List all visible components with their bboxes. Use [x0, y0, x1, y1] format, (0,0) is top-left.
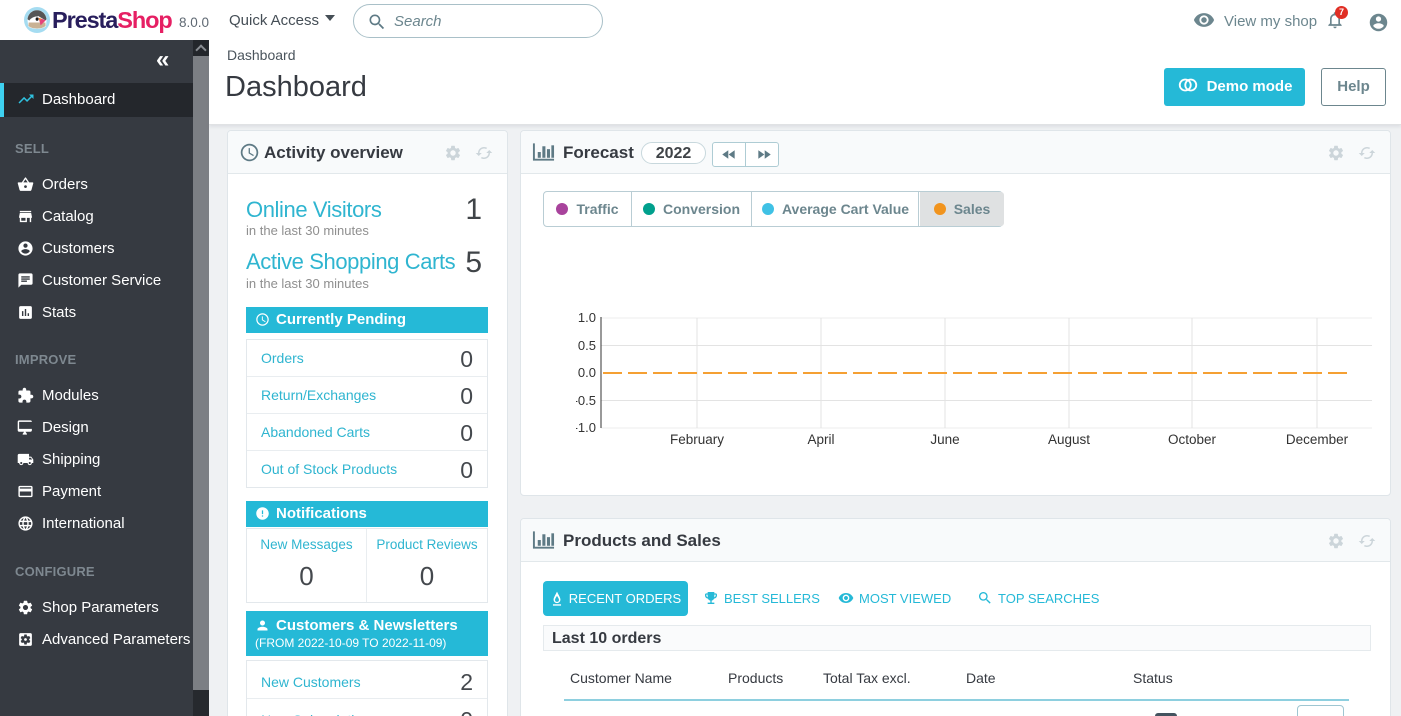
svg-text:April: April — [807, 432, 834, 447]
svg-text:December: December — [1286, 432, 1349, 447]
svg-text:0.0: 0.0 — [578, 365, 596, 380]
svg-text:1.0: 1.0 — [578, 310, 596, 325]
svg-text:June: June — [930, 432, 959, 447]
svg-text:October: October — [1168, 432, 1217, 447]
svg-text:August: August — [1048, 432, 1090, 447]
svg-text:-0.5: -0.5 — [576, 393, 596, 408]
svg-text:-1.0: -1.0 — [576, 420, 596, 435]
svg-text:0.5: 0.5 — [578, 338, 596, 353]
svg-text:February: February — [670, 432, 724, 447]
